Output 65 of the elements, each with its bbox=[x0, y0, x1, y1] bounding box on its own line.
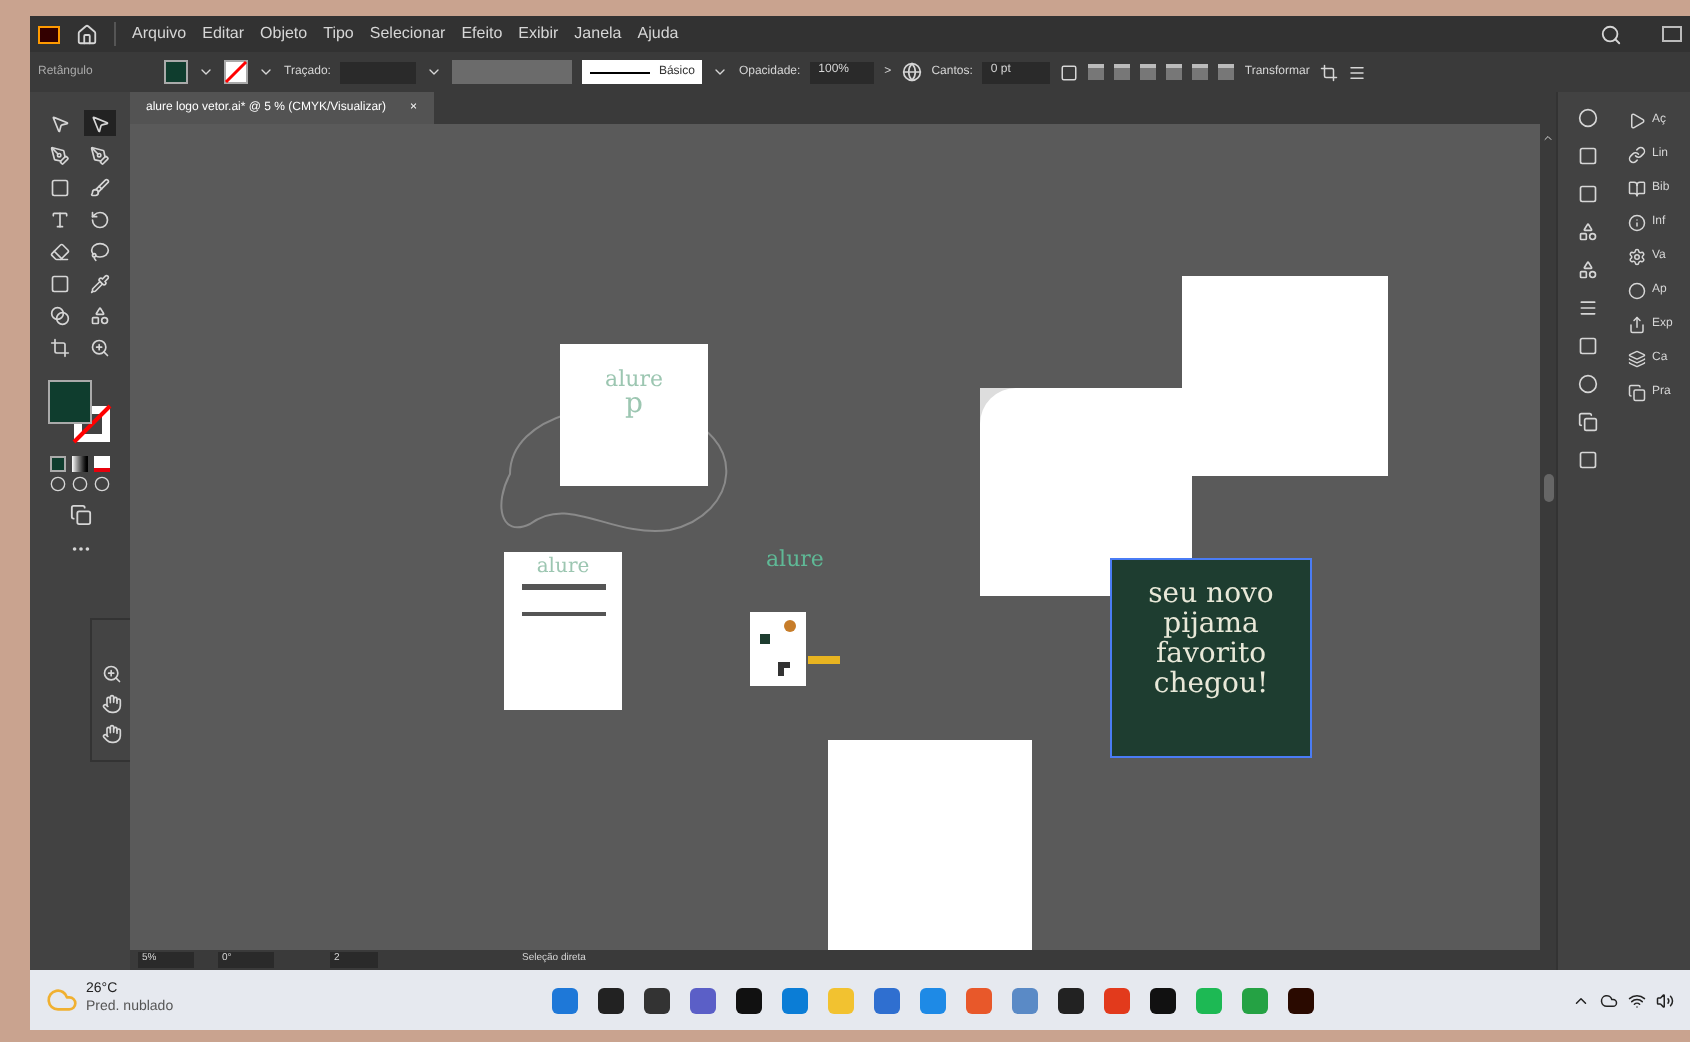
color-icon[interactable] bbox=[50, 456, 66, 472]
icon-sheet-drawing bbox=[758, 618, 798, 678]
panel-icon[interactable] bbox=[1577, 260, 1597, 280]
caret-icon[interactable] bbox=[198, 64, 214, 80]
weather-icon bbox=[46, 984, 78, 1016]
menu-item[interactable]: Exibir bbox=[518, 22, 559, 46]
stroke-swatch[interactable] bbox=[224, 60, 248, 84]
taskbar-app-icon[interactable] bbox=[1287, 987, 1314, 1013]
taskbar-app-icon[interactable] bbox=[735, 987, 762, 1013]
info-icon[interactable] bbox=[1628, 214, 1646, 232]
menu-item[interactable]: Tipo bbox=[323, 22, 354, 46]
menu-item[interactable]: Janela bbox=[574, 22, 622, 46]
panel-icon[interactable] bbox=[1577, 412, 1597, 432]
gradient-icon[interactable] bbox=[72, 456, 88, 472]
panel-icon[interactable] bbox=[1577, 450, 1597, 470]
direct-selection-tool-icon[interactable] bbox=[84, 110, 116, 136]
page-curl-icon bbox=[980, 388, 1016, 424]
logo-text: alure bbox=[766, 544, 824, 576]
taskbar-app-icon[interactable] bbox=[1057, 987, 1084, 1013]
menu-item[interactable]: Selecionar bbox=[369, 22, 446, 46]
none-icon[interactable] bbox=[94, 456, 110, 472]
layers-icon[interactable] bbox=[1628, 350, 1646, 368]
taskbar-app-icon[interactable] bbox=[1149, 987, 1176, 1013]
search-icon[interactable] bbox=[1600, 23, 1622, 45]
panel-icon[interactable] bbox=[1577, 298, 1597, 318]
caret-icon[interactable] bbox=[712, 64, 729, 80]
cloud-icon[interactable] bbox=[1600, 991, 1618, 1009]
monogram: p bbox=[625, 390, 643, 418]
scroll-up-icon[interactable] bbox=[1542, 132, 1554, 144]
globe-icon[interactable] bbox=[901, 62, 922, 82]
wifi-icon[interactable] bbox=[1628, 991, 1646, 1009]
variable-width-field[interactable] bbox=[452, 60, 573, 84]
small-print-lines bbox=[521, 584, 605, 616]
menu-item[interactable]: Efeito bbox=[461, 22, 503, 46]
rotate-view-tool-icon[interactable] bbox=[102, 724, 122, 744]
taskbar-app-icon[interactable] bbox=[597, 987, 624, 1013]
caret-icon[interactable] bbox=[258, 64, 274, 80]
taskbar-app-icon[interactable] bbox=[643, 987, 670, 1013]
zoom-tool-icon[interactable] bbox=[102, 664, 122, 684]
fill-color-icon[interactable] bbox=[48, 380, 92, 424]
app-logo-icon[interactable] bbox=[38, 25, 60, 43]
menu-icon[interactable] bbox=[1347, 63, 1366, 81]
fill-swatch[interactable] bbox=[164, 60, 188, 84]
menu-item[interactable]: Editar bbox=[202, 22, 245, 46]
home-icon[interactable] bbox=[76, 23, 98, 45]
circle-icon[interactable] bbox=[1628, 282, 1646, 300]
post-text: seu novo pijama favorito chegou! bbox=[1146, 576, 1276, 700]
panel-icon[interactable] bbox=[1577, 222, 1597, 242]
hand-tool-icon[interactable] bbox=[102, 694, 122, 714]
copy-icon[interactable] bbox=[1628, 384, 1646, 402]
menu-item[interactable]: Objeto bbox=[260, 22, 308, 46]
logo-text: alure bbox=[605, 368, 663, 390]
volume-icon[interactable] bbox=[1656, 991, 1674, 1009]
export-icon[interactable] bbox=[1628, 316, 1646, 334]
scroll-thumb[interactable] bbox=[1543, 474, 1553, 502]
gear-icon[interactable] bbox=[1628, 248, 1646, 266]
caret-icon[interactable] bbox=[426, 64, 443, 80]
accent-strip bbox=[808, 656, 840, 664]
book-icon[interactable] bbox=[1628, 180, 1646, 198]
link-icon[interactable] bbox=[1628, 146, 1646, 164]
logo-text: alure bbox=[536, 558, 590, 578]
menu-item[interactable]: Ajuda bbox=[637, 22, 679, 46]
menu-item[interactable]: Arquivo bbox=[132, 22, 187, 46]
workspace-icon[interactable] bbox=[1662, 26, 1682, 42]
play-icon[interactable] bbox=[1628, 112, 1646, 130]
